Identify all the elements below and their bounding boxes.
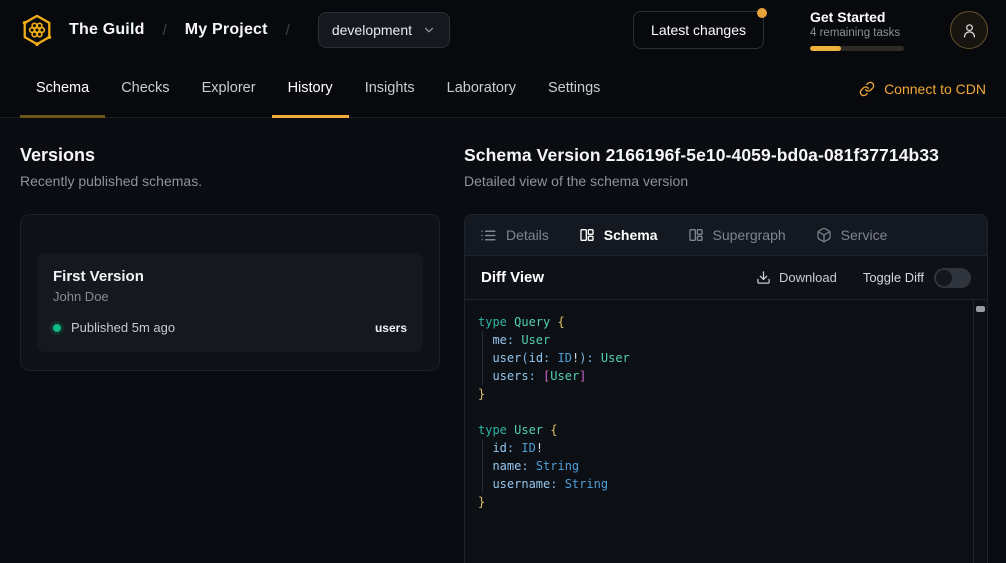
columns-icon — [579, 227, 595, 243]
latest-changes-label: Latest changes — [651, 22, 746, 38]
columns-icon — [688, 227, 704, 243]
download-icon — [756, 270, 771, 285]
tab-history[interactable]: History — [272, 60, 349, 118]
tab-schema[interactable]: Schema — [20, 60, 105, 118]
tab-laboratory[interactable]: Laboratory — [431, 60, 532, 118]
breadcrumb-separator: / — [159, 22, 171, 39]
detail-tab-label: Supergraph — [713, 227, 786, 243]
versions-subtitle: Recently published schemas. — [20, 173, 440, 189]
schema-version-subtitle: Detailed view of the schema version — [464, 173, 988, 189]
connect-to-cdn-label: Connect to CDN — [884, 81, 986, 97]
toggle-diff-switch[interactable] — [934, 268, 971, 288]
get-started-title: Get Started — [810, 9, 904, 25]
detail-tabs: Details Schema Supergraph Service — [465, 215, 987, 256]
detail-tab-details[interactable]: Details — [480, 227, 549, 244]
target-selector-value: development — [332, 22, 412, 38]
cube-icon — [816, 227, 832, 243]
latest-changes-button[interactable]: Latest changes — [633, 11, 764, 49]
versions-title: Versions — [20, 145, 440, 166]
tab-checks[interactable]: Checks — [105, 60, 185, 118]
notification-dot — [757, 8, 767, 18]
diff-view-title: Diff View — [481, 269, 544, 286]
org-breadcrumb[interactable]: The Guild — [69, 21, 145, 39]
tab-settings[interactable]: Settings — [532, 60, 616, 118]
toggle-diff-label: Toggle Diff — [863, 270, 924, 285]
code-scrollbar[interactable] — [973, 300, 987, 563]
get-started-progressbar — [810, 46, 904, 51]
schema-version-title: Schema Version 2166196f-5e10-4059-bd0a-0… — [464, 145, 988, 166]
link-icon — [859, 81, 875, 97]
breadcrumb-separator: / — [282, 22, 294, 39]
version-author: John Doe — [53, 289, 407, 304]
main-content: Versions Recently published schemas. Fir… — [0, 118, 1006, 563]
connect-to-cdn-button[interactable]: Connect to CDN — [859, 60, 986, 117]
nav-tab-label: History — [288, 80, 333, 96]
code-content: type Query { me: User user(id: ID!): Use… — [465, 300, 987, 523]
versions-list-card: First Version John Doe Published 5m ago … — [20, 214, 440, 371]
get-started-widget[interactable]: Get Started 4 remaining tasks — [810, 9, 904, 51]
header-right: Latest changes Get Started 4 remaining t… — [633, 9, 988, 51]
progress-fill — [810, 46, 841, 51]
tab-explorer[interactable]: Explorer — [186, 60, 272, 118]
detail-tab-label: Schema — [604, 227, 658, 243]
nav-tab-label: Checks — [121, 80, 169, 96]
download-button[interactable]: Download — [756, 270, 837, 285]
version-status: Published 5m ago — [71, 320, 175, 335]
detail-tab-label: Details — [506, 227, 549, 243]
scrollbar-thumb[interactable] — [976, 306, 985, 312]
project-breadcrumb[interactable]: My Project — [185, 21, 268, 39]
schema-code-viewer[interactable]: type Query { me: User user(id: ID!): Use… — [465, 299, 987, 563]
chevron-down-icon — [422, 23, 436, 37]
get-started-subtitle: 4 remaining tasks — [810, 27, 904, 39]
nav-tab-label: Laboratory — [447, 80, 516, 96]
hive-logo-icon[interactable] — [18, 12, 55, 49]
target-selector-dropdown[interactable]: development — [318, 12, 450, 48]
nav-tab-label: Schema — [36, 80, 89, 96]
download-label: Download — [779, 270, 837, 285]
version-service-badge: users — [375, 321, 407, 335]
nav-tab-label: Settings — [548, 80, 600, 96]
header: The Guild / My Project / development Lat… — [0, 0, 1006, 60]
diff-view-toolbar: Diff View Download Toggle Diff — [465, 256, 987, 299]
app-window: The Guild / My Project / development Lat… — [0, 0, 1006, 563]
detail-tab-service[interactable]: Service — [816, 227, 888, 243]
published-status-dot — [53, 324, 61, 332]
tab-insights[interactable]: Insights — [349, 60, 431, 118]
detail-tab-label: Service — [841, 227, 888, 243]
switch-knob — [936, 270, 952, 286]
nav-tab-label: Explorer — [202, 80, 256, 96]
schema-version-panel: Schema Version 2166196f-5e10-4059-bd0a-0… — [464, 118, 988, 563]
detail-tab-supergraph[interactable]: Supergraph — [688, 227, 786, 243]
nav-bar: Schema Checks Explorer History Insights Labor… — [0, 60, 1006, 118]
version-list-item[interactable]: First Version John Doe Published 5m ago … — [37, 253, 423, 352]
toggle-diff-group: Toggle Diff — [863, 268, 971, 288]
detail-tab-schema[interactable]: Schema — [579, 227, 658, 243]
nav-tabs: Schema Checks Explorer History Insights Labor… — [20, 60, 616, 117]
nav-tab-label: Insights — [365, 80, 415, 96]
user-avatar-button[interactable] — [950, 11, 988, 49]
version-status-row: Published 5m ago users — [53, 320, 407, 335]
schema-version-detail-card: Details Schema Supergraph Service Diff View… — [464, 214, 988, 563]
diff-actions: Download Toggle Diff — [756, 268, 971, 288]
versions-panel: Versions Recently published schemas. Fir… — [20, 118, 440, 563]
list-icon — [480, 227, 497, 244]
person-icon — [961, 22, 978, 39]
version-name: First Version — [53, 268, 407, 285]
